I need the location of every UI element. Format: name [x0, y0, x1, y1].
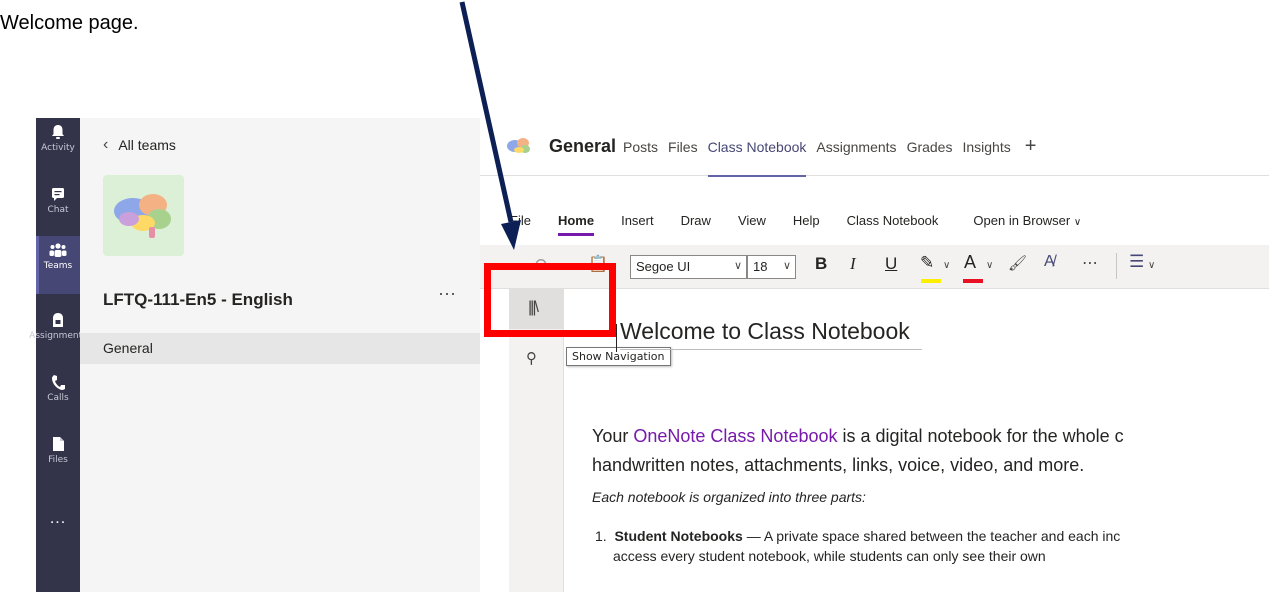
channel-title: General: [549, 136, 617, 156]
format-painter-icon[interactable]: 🖌: [1008, 254, 1027, 272]
more-apps-button[interactable]: ...: [36, 510, 80, 528]
more-options-icon[interactable]: ⋯: [1082, 253, 1098, 273]
team-avatar: [103, 175, 184, 256]
highlight-color-bar: [921, 279, 941, 283]
tab-class-notebook[interactable]: Class Notebook: [707, 139, 806, 177]
font-family-value: Segoe UI: [636, 259, 691, 274]
chevron-down-icon[interactable]: ∨: [986, 260, 993, 271]
rail-label: Assignments: [29, 331, 87, 341]
rail-label: Chat: [47, 205, 69, 215]
channel-item-general[interactable]: General: [80, 333, 480, 364]
rail-label: Activity: [41, 143, 75, 153]
all-teams-label: All teams: [118, 137, 176, 153]
page-title[interactable]: Welcome to Class Notebook: [620, 318, 922, 350]
list-number: 1.: [595, 528, 607, 544]
bullet-list-icon[interactable]: ☰: [1129, 252, 1144, 272]
app-rail: Activity Chat Teams Assignments Calls Fi…: [29, 118, 87, 592]
intro-paragraph: Your OneNote Class Notebook is a digital…: [592, 422, 1269, 480]
instruction-text: Welcome page.: [0, 12, 139, 34]
font-size-select[interactable]: 18 ∨: [747, 255, 796, 279]
annotation-highlight-box: [484, 263, 616, 337]
search-icon[interactable]: ⚲: [526, 349, 537, 367]
chevron-down-icon[interactable]: ∨: [1148, 260, 1155, 271]
brain-icon: [507, 138, 530, 153]
open-in-browser-button[interactable]: Open in Browser ∨: [973, 213, 1081, 243]
file-icon: [53, 437, 64, 451]
para-text: is a digital notebook for the whole c: [837, 426, 1124, 446]
rail-label: Files: [48, 455, 68, 465]
ribbon-tab-help[interactable]: Help: [793, 213, 820, 243]
main-content: General Posts Files Class Notebook Assig…: [480, 118, 1269, 592]
tab-insights[interactable]: Insights: [962, 139, 1010, 162]
chat-icon: [52, 188, 64, 201]
font-family-select[interactable]: Segoe UI ∨: [630, 255, 747, 279]
add-tab-button[interactable]: +: [1025, 135, 1037, 158]
font-color-button[interactable]: A: [964, 252, 976, 273]
rail-item-teams[interactable]: Teams: [36, 236, 80, 294]
list-item-title: Student Notebooks: [614, 528, 743, 544]
channel-header: General Posts Files Class Notebook Assig…: [480, 118, 1269, 177]
channel-tabs: Posts Files Class Notebook Assignments G…: [623, 135, 1036, 177]
bell-icon: [52, 125, 64, 139]
ribbon-tab-home[interactable]: Home: [557, 213, 595, 243]
team-name: LFTQ-111-En5 - English: [103, 290, 293, 309]
organization-note: Each notebook is organized into three pa…: [592, 489, 866, 505]
rail-item-activity[interactable]: Activity: [36, 118, 80, 176]
tab-grades[interactable]: Grades: [907, 139, 953, 162]
rail-item-calls[interactable]: Calls: [36, 368, 80, 426]
rail-item-files[interactable]: Files: [36, 430, 80, 488]
ribbon-tab-draw[interactable]: Draw: [681, 213, 711, 243]
all-teams-link[interactable]: ‹ All teams: [103, 136, 176, 154]
list-item: 1. Student Notebooks — A private space s…: [595, 526, 1120, 566]
chevron-down-icon: ∨: [733, 260, 742, 272]
chevron-down-icon: ∨: [782, 260, 791, 272]
list-item-text: access every student notebook, while stu…: [613, 548, 1046, 564]
chevron-down-icon[interactable]: ∨: [943, 260, 950, 271]
team-panel: ‹ All teams LFTQ-111-En5 - English ··· G…: [80, 118, 480, 592]
tab-assignments[interactable]: Assignments: [816, 139, 896, 162]
bold-button[interactable]: B: [815, 254, 827, 274]
rail-label: Teams: [43, 261, 73, 271]
team-more-options-button[interactable]: ···: [438, 283, 456, 304]
chevron-left-icon: ‹: [103, 136, 109, 153]
para-text: Your: [592, 426, 634, 446]
rail-item-assignments[interactable]: Assignments: [29, 306, 87, 364]
para-text: handwritten notes, attachments, links, v…: [592, 455, 1085, 475]
highlighter-icon[interactable]: ✎: [920, 253, 934, 273]
onenote-class-notebook-link[interactable]: OneNote Class Notebook: [633, 426, 837, 446]
assignments-icon: [53, 313, 63, 327]
ribbon-tabs: File Home Insert Draw View Help Class No…: [480, 213, 1269, 243]
underline-button[interactable]: U: [885, 254, 897, 274]
italic-button[interactable]: I: [850, 254, 856, 274]
open-in-browser-label: Open in Browser: [973, 213, 1071, 228]
ribbon-tab-class-notebook[interactable]: Class Notebook: [847, 213, 939, 243]
tab-posts[interactable]: Posts: [623, 139, 658, 162]
chevron-down-icon: ∨: [1073, 217, 1082, 228]
rail-item-chat[interactable]: Chat: [36, 180, 80, 238]
brain-icon: [114, 194, 171, 238]
toolbar-divider: [1116, 253, 1117, 279]
tab-files[interactable]: Files: [668, 139, 698, 162]
rail-label: Calls: [47, 393, 69, 403]
ribbon-tab-file[interactable]: File: [510, 213, 531, 243]
font-size-value: 18: [753, 259, 768, 274]
list-item-text: — A private space shared between the tea…: [742, 528, 1121, 544]
teams-icon: [49, 243, 67, 257]
text-cursor: [616, 324, 617, 352]
clear-formatting-icon[interactable]: A̸: [1044, 253, 1055, 271]
phone-icon: [52, 375, 65, 390]
ribbon-tab-view[interactable]: View: [738, 213, 766, 243]
font-color-bar: [963, 279, 983, 283]
ribbon-tab-insert[interactable]: Insert: [621, 213, 654, 243]
